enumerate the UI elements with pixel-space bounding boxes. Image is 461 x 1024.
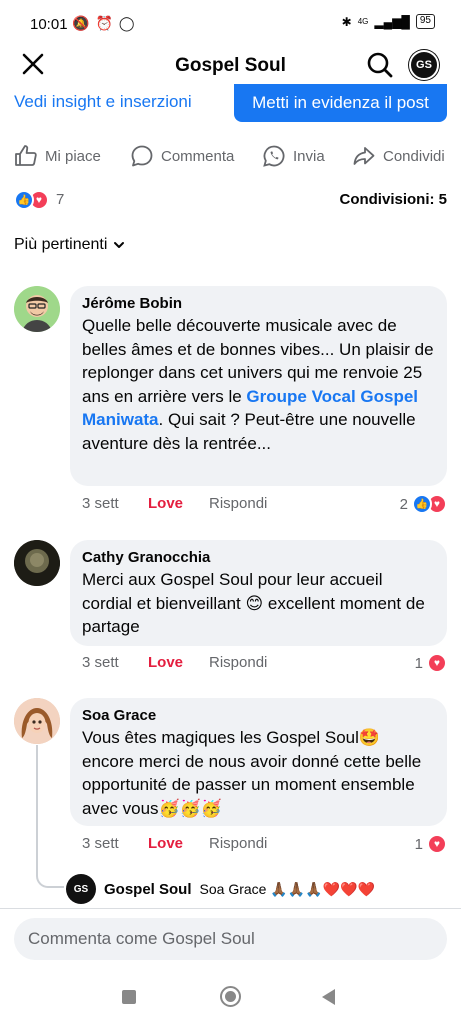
send-label: Invia — [293, 147, 325, 165]
comment-icon — [131, 145, 153, 167]
post-header: Gospel Soul GS — [0, 48, 461, 84]
like-reaction-icon: 👍 — [14, 190, 34, 210]
share-icon — [353, 147, 375, 165]
network-label: 4G — [357, 17, 369, 26]
signal-icon: ▂▄▆█ — [374, 14, 410, 29]
like-reaction-icon: 👍 — [412, 494, 432, 514]
sort-label: Più pertinenti — [14, 236, 108, 253]
post-actions: Mi piace Commenta Invia Condividi — [0, 140, 461, 176]
comment-meta: 3 sett Love Rispondi — [82, 654, 267, 671]
bluetooth-icon: ✱ — [341, 14, 352, 29]
user-avatar-image — [14, 698, 60, 744]
reply-text: Soa Grace 🙏🏾🙏🏾🙏🏾❤️❤️❤️ — [199, 880, 375, 897]
home-icon[interactable] — [220, 986, 241, 1007]
share-button[interactable]: Condividi — [352, 144, 445, 168]
boost-post-button[interactable]: Metti in evidenza il post — [234, 84, 447, 122]
reactions-summary[interactable]: 👍 ♥ 7 Condivisioni: 5 — [0, 188, 461, 212]
comment-sort-dropdown[interactable]: Più pertinenti — [14, 236, 125, 254]
comment-button[interactable]: Commenta — [130, 144, 234, 168]
avatar[interactable] — [14, 540, 60, 586]
comment-reactions[interactable]: 2 👍 ♥ — [400, 494, 447, 514]
love-reaction-icon: ♥ — [427, 653, 447, 673]
love-button[interactable]: Love — [148, 654, 209, 671]
user-avatar-image — [14, 540, 60, 586]
reaction-count: 7 — [56, 191, 65, 208]
comment-reaction-count: 1 — [414, 835, 423, 853]
comment-author[interactable]: Soa Grace — [82, 706, 435, 726]
love-reaction-icon: ♥ — [427, 834, 447, 854]
notifications-off-icon: 🔕 — [72, 15, 90, 31]
avatar[interactable] — [14, 698, 60, 744]
reply-button[interactable]: Rispondi — [209, 654, 267, 671]
reply-preview[interactable]: GS Gospel Soul Soa Grace 🙏🏾🙏🏾🙏🏾❤️❤️❤️ — [66, 874, 375, 904]
circle-icon: ◯ — [118, 15, 135, 31]
comment-text: Vous êtes magiques les Gospel Soul🤩 enco… — [82, 728, 422, 818]
comment-author[interactable]: Cathy Granocchia — [82, 548, 435, 568]
love-button[interactable]: Love — [148, 835, 209, 852]
recents-icon[interactable] — [122, 990, 136, 1004]
comment-time[interactable]: 3 sett — [82, 495, 148, 512]
comment-time[interactable]: 3 sett — [82, 835, 148, 852]
user-avatar-image — [14, 286, 60, 332]
comment-time[interactable]: 3 sett — [82, 654, 148, 671]
comment-text: Merci aux Gospel Soul pour leur accueil … — [82, 570, 425, 636]
comment-bubble[interactable]: Cathy Granocchia Merci aux Gospel Soul p… — [70, 540, 447, 646]
comment-reaction-count: 1 — [414, 654, 423, 672]
chevron-down-icon — [114, 242, 125, 248]
shares-count[interactable]: Condivisioni: 5 — [339, 191, 447, 208]
comment-meta: 3 sett Love Rispondi — [82, 495, 267, 512]
insight-row: Vedi insight e inserzioni Metti in evide… — [0, 84, 461, 122]
share-label: Condividi — [383, 147, 445, 165]
comment-reactions[interactable]: 1 ♥ — [415, 834, 447, 854]
status-bar: 10:01 🔕 ⏰ ◯ ✱ 4G ▂▄▆█ 95 — [0, 0, 461, 48]
divider — [0, 908, 461, 909]
reply-author[interactable]: Gospel Soul — [104, 881, 192, 898]
thumbs-up-icon — [15, 145, 37, 166]
comment-bubble[interactable]: Soa Grace Vous êtes magiques les Gospel … — [70, 698, 447, 826]
whatsapp-icon — [263, 145, 285, 167]
battery-icon: 95 — [415, 14, 435, 29]
thread-line — [36, 745, 38, 875]
send-button[interactable]: Invia — [262, 144, 325, 168]
like-label: Mi piace — [45, 147, 101, 165]
thread-connector — [36, 874, 64, 888]
comment-input[interactable]: Commenta come Gospel Soul — [14, 918, 447, 960]
status-time: 10:01 — [30, 16, 68, 33]
like-button[interactable]: Mi piace — [14, 144, 101, 168]
comment-author[interactable]: Jérôme Bobin — [82, 294, 435, 314]
love-button[interactable]: Love — [148, 495, 209, 512]
alarm-icon: ⏰ — [95, 15, 113, 31]
comment-reaction-count: 2 — [399, 495, 408, 513]
avatar[interactable] — [14, 286, 60, 332]
system-nav-bar — [0, 975, 461, 1024]
avatar[interactable]: GS — [66, 874, 96, 904]
comment-label: Commenta — [161, 147, 235, 165]
comment-meta: 3 sett Love Rispondi — [82, 835, 267, 852]
reply-button[interactable]: Rispondi — [209, 835, 267, 852]
comment-bubble[interactable]: Jérôme Bobin Quelle belle découverte mus… — [70, 286, 447, 486]
search-icon[interactable] — [366, 51, 394, 79]
comment-reactions[interactable]: 1 ♥ — [415, 653, 447, 673]
reply-button[interactable]: Rispondi — [209, 495, 267, 512]
back-icon[interactable] — [322, 989, 335, 1005]
page-avatar[interactable]: GS — [409, 50, 439, 80]
view-insights-link[interactable]: Vedi insight e inserzioni — [14, 92, 192, 112]
comment-text: Quelle belle découverte musicale avec de… — [82, 316, 434, 453]
